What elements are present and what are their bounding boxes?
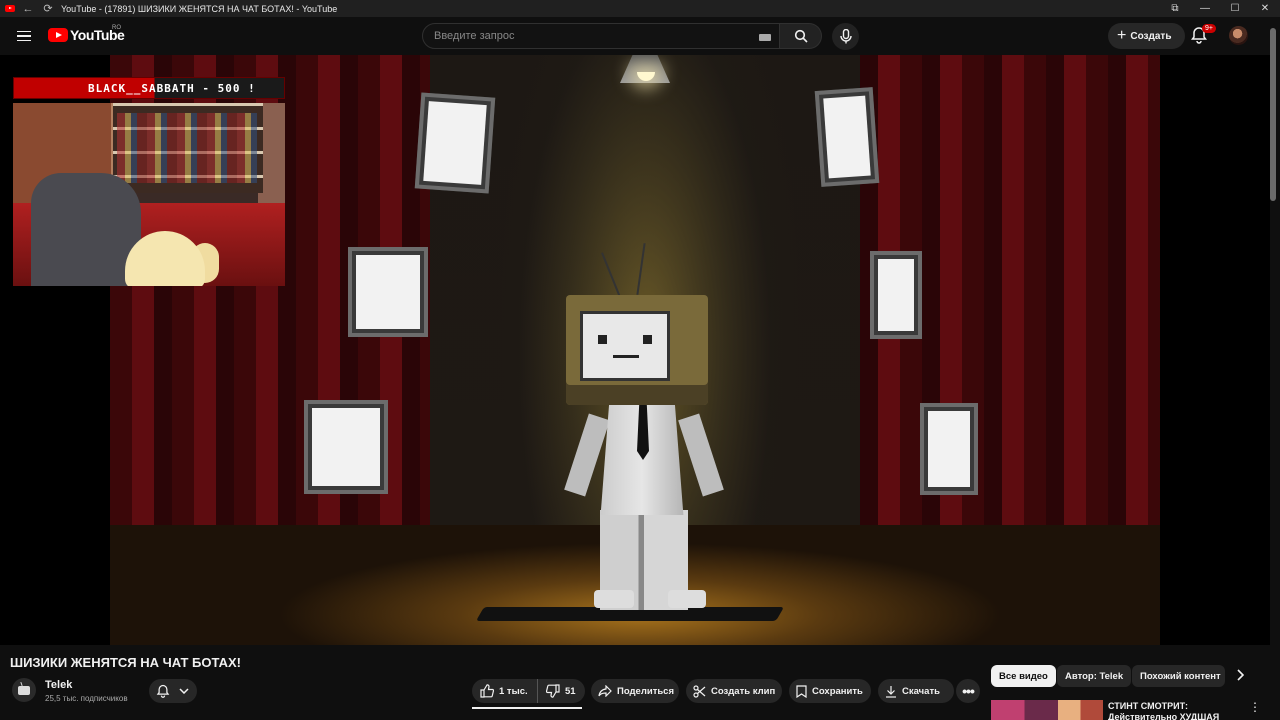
save-icon: [796, 684, 807, 698]
minimize-button[interactable]: —: [1190, 0, 1220, 17]
donation-banner-text: BLACK__SABBATH - 500 !: [88, 82, 256, 95]
extensions-icon[interactable]: ⧉: [1160, 0, 1190, 17]
page-scrollbar[interactable]: [1270, 28, 1276, 201]
create-button[interactable]: + Создать: [1108, 23, 1185, 49]
recommendation-menu-icon[interactable]: ⋮: [1249, 700, 1261, 714]
dislike-button[interactable]: 51: [538, 684, 576, 698]
search-box: [422, 23, 780, 49]
picture-frame: [348, 247, 428, 337]
share-icon: [598, 685, 612, 697]
save-label: Сохранить: [812, 685, 863, 697]
channel-avatar[interactable]: [12, 678, 36, 702]
bell-icon: [156, 684, 170, 698]
account-avatar[interactable]: [1229, 26, 1248, 45]
recommended-video-title[interactable]: СТИНТ СМОТРИТ: Действительно ХУДШАЯ: [1108, 701, 1228, 720]
clip-icon: [693, 684, 706, 698]
window-title: YouTube - (17891) ШИЗИКИ ЖЕНЯТСЯ НА ЧАТ …: [61, 3, 338, 14]
channel-name[interactable]: Telek: [45, 679, 72, 691]
chevron-down-icon: [179, 688, 189, 694]
chip-all-videos[interactable]: Все видео: [991, 665, 1056, 687]
region-code: RO: [112, 25, 121, 31]
notification-badge: 9+: [1202, 24, 1216, 33]
mic-icon: [839, 29, 852, 44]
tv-icon: [18, 685, 30, 695]
subscriber-count: 25,5 тыс. подписчиков: [45, 694, 128, 703]
subscription-bell-button[interactable]: [149, 679, 197, 703]
like-ratio-bar: [472, 707, 582, 709]
youtube-logo[interactable]: YouTube RO: [48, 25, 125, 43]
chip-author[interactable]: Автор: Telek: [1057, 665, 1132, 687]
share-button[interactable]: Поделиться: [591, 679, 679, 703]
download-label: Скачать: [902, 685, 940, 697]
video-player[interactable]: BLACK__SABBATH - 500 !: [0, 55, 1270, 645]
clip-label: Создать клип: [711, 685, 776, 697]
chevron-right-icon[interactable]: [1236, 669, 1250, 683]
search-input[interactable]: [434, 30, 754, 42]
voice-search-button[interactable]: [832, 23, 859, 50]
picture-frame: [870, 251, 922, 339]
picture-frame: [414, 92, 496, 194]
donation-banner: BLACK__SABBATH - 500 !: [13, 77, 285, 99]
picture-frame: [814, 87, 880, 187]
back-arrow-icon[interactable]: ←: [21, 3, 35, 15]
chip-related[interactable]: Похожий контент: [1132, 665, 1225, 687]
search-icon: [794, 29, 808, 43]
like-button[interactable]: 1 тыс.: [472, 679, 538, 703]
like-dislike-group: 1 тыс. 51: [472, 679, 585, 703]
window-controls: ⧉ — ☐ ✕: [1160, 0, 1280, 17]
youtube-logo-icon: [48, 28, 68, 42]
save-button[interactable]: Сохранить: [789, 679, 871, 703]
masthead: YouTube RO + Создать 9+: [0, 17, 1280, 55]
maximize-button[interactable]: ☐: [1220, 0, 1250, 17]
like-count: 1 тыс.: [499, 685, 528, 697]
reload-icon[interactable]: ⟳: [41, 2, 55, 15]
search-button[interactable]: [780, 23, 822, 49]
like-icon: [480, 684, 494, 698]
window-titlebar: ← ⟳ YouTube - (17891) ШИЗИКИ ЖЕНЯТСЯ НА …: [0, 0, 1280, 17]
webcam-overlay: [13, 103, 285, 286]
picture-frame: [920, 403, 978, 495]
picture-frame: [304, 400, 388, 494]
download-icon: [886, 685, 896, 698]
recommended-video-thumbnail[interactable]: [991, 700, 1103, 720]
video-title: ШИЗИКИ ЖЕНЯТСЯ НА ЧАТ БОТАХ!: [10, 655, 242, 670]
menu-icon[interactable]: [14, 26, 34, 46]
keyboard-icon[interactable]: [759, 34, 771, 41]
dislike-count: 51: [565, 685, 576, 697]
create-clip-button[interactable]: Создать клип: [686, 679, 782, 703]
youtube-favicon-icon: [5, 5, 15, 12]
more-actions-button[interactable]: •••: [956, 679, 980, 703]
download-button[interactable]: Скачать: [878, 679, 954, 703]
create-label: Создать: [1130, 30, 1172, 42]
share-label: Поделиться: [617, 685, 675, 697]
notifications-button[interactable]: 9+: [1190, 24, 1216, 48]
close-button[interactable]: ✕: [1250, 0, 1280, 17]
plus-icon: +: [1117, 27, 1127, 44]
dislike-icon: [546, 684, 560, 698]
